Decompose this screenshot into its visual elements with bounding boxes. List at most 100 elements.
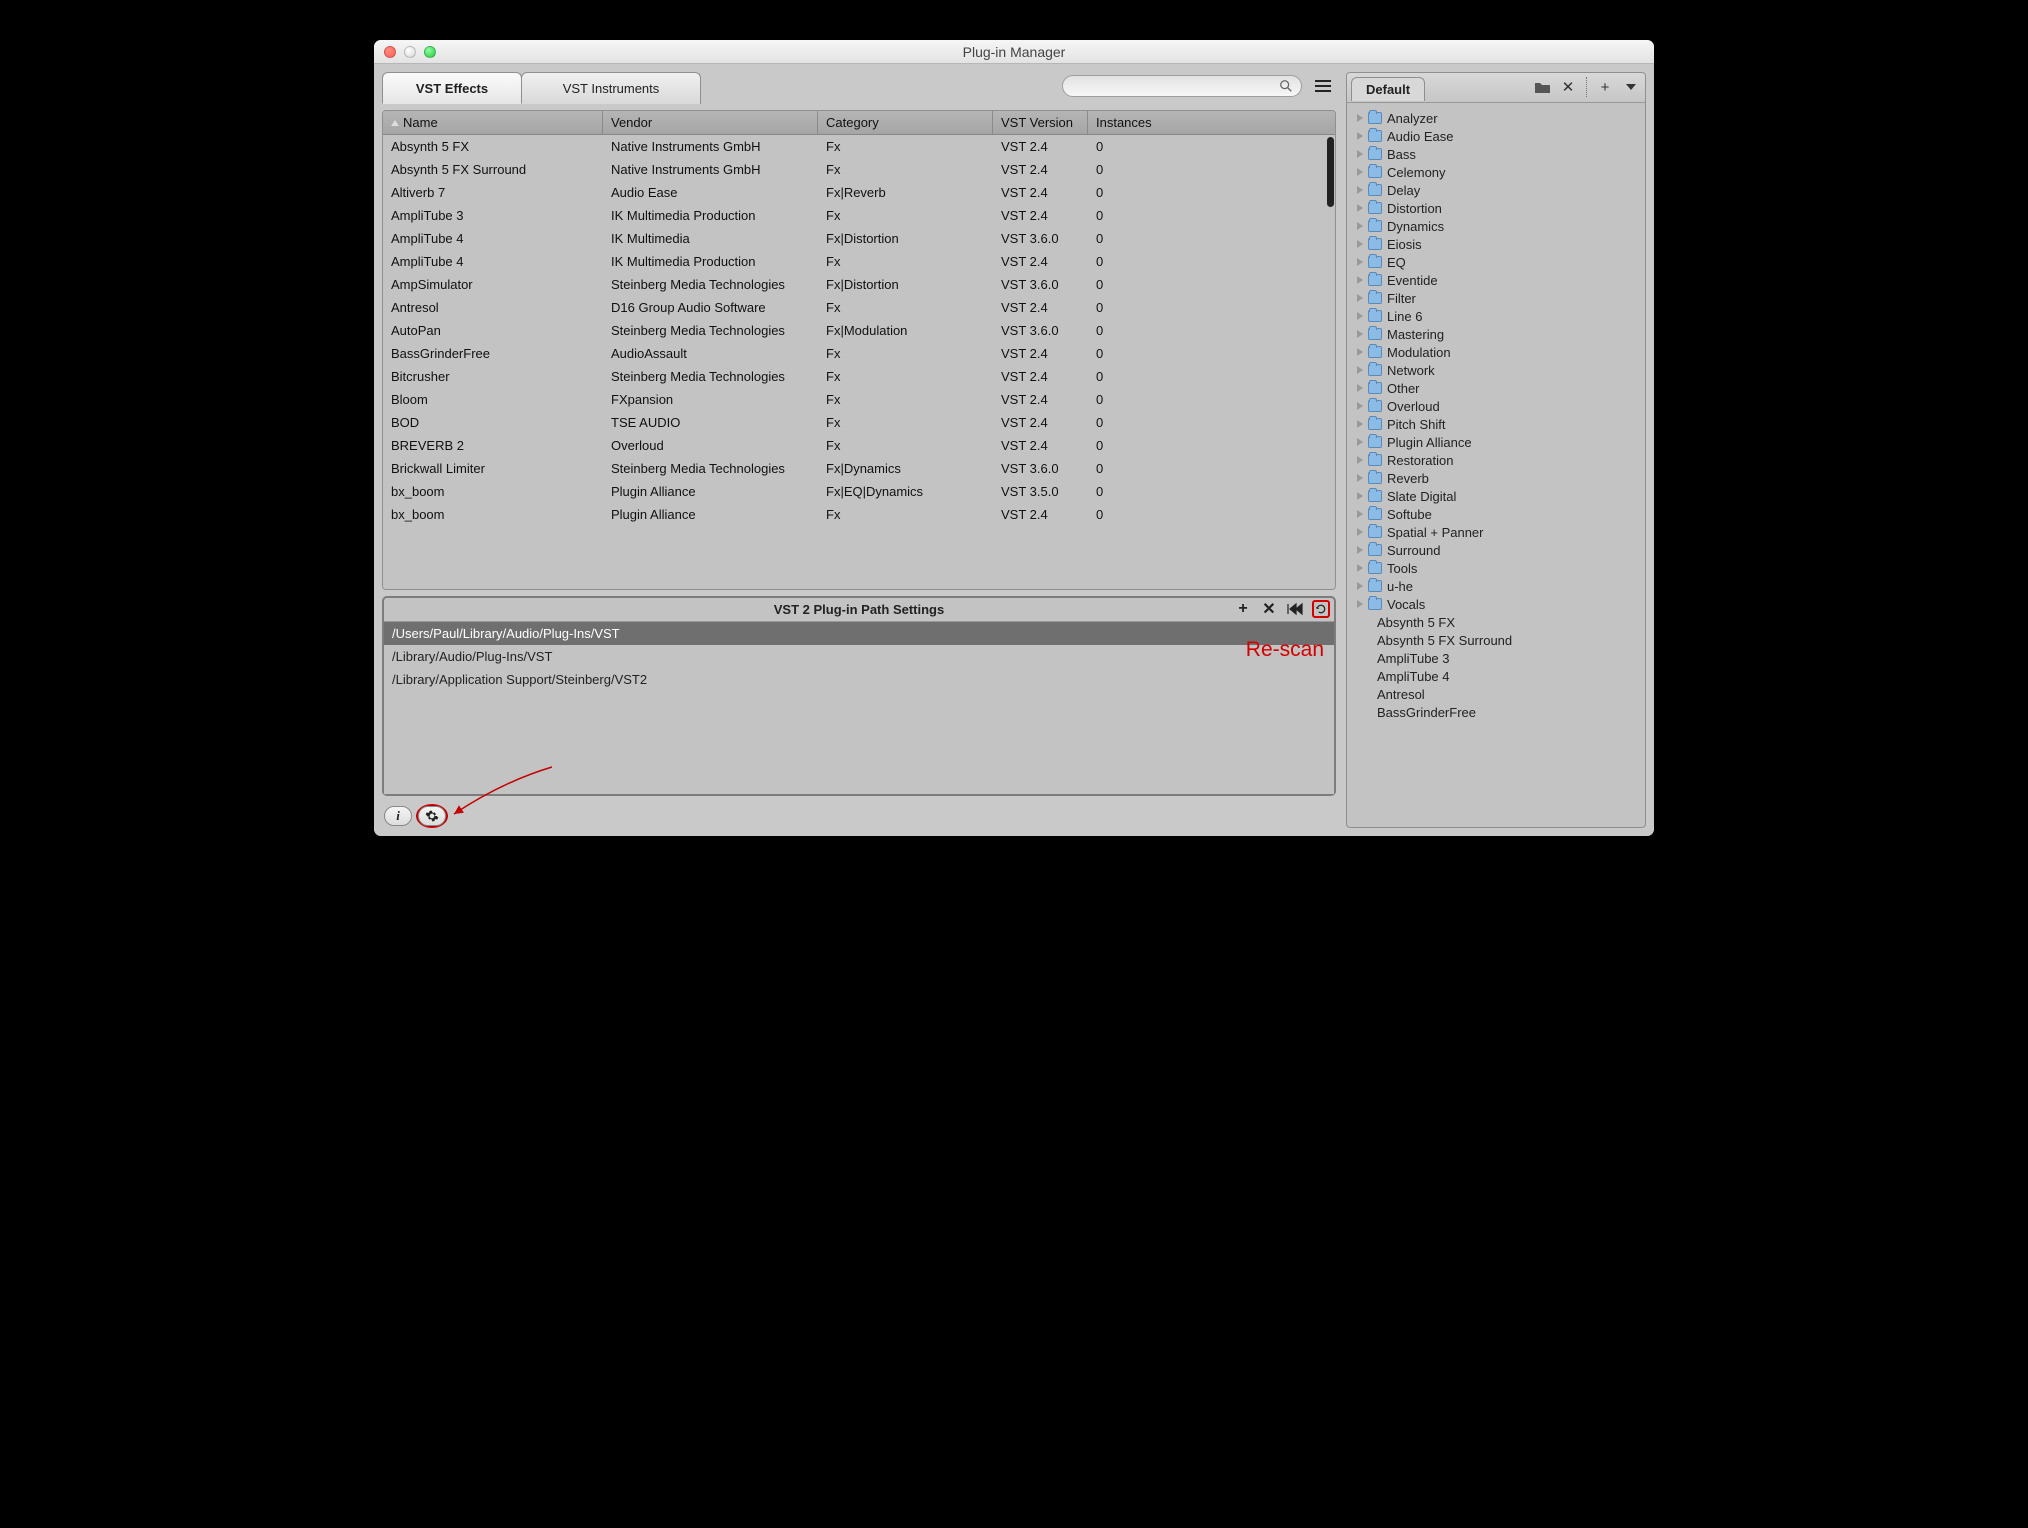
table-row[interactable]: BREVERB 2OverloudFxVST 2.40 bbox=[383, 434, 1335, 457]
menu-button[interactable] bbox=[1310, 75, 1336, 97]
tree-folder[interactable]: Plugin Alliance bbox=[1351, 433, 1641, 451]
collections-tree[interactable]: AnalyzerAudio EaseBassCelemonyDelayDisto… bbox=[1347, 103, 1645, 827]
table-row[interactable]: AmpSimulatorSteinberg Media Technologies… bbox=[383, 273, 1335, 296]
table-row[interactable]: Altiverb 7Audio EaseFx|ReverbVST 2.40 bbox=[383, 181, 1335, 204]
table-row[interactable]: bx_boomPlugin AllianceFxVST 2.40 bbox=[383, 503, 1335, 526]
reset-paths-button[interactable] bbox=[1286, 600, 1304, 618]
cell-instances: 0 bbox=[1088, 506, 1158, 523]
info-button[interactable]: i bbox=[384, 806, 412, 826]
tree-folder[interactable]: Overloud bbox=[1351, 397, 1641, 415]
cell-category: Fx bbox=[818, 345, 993, 362]
content: VST Effects VST Instruments Name Vendor … bbox=[374, 64, 1654, 836]
path-list[interactable]: /Users/Paul/Library/Audio/Plug-Ins/VST/L… bbox=[384, 622, 1334, 794]
tree-item[interactable]: Absynth 5 FX bbox=[1351, 613, 1641, 631]
folder-icon bbox=[1368, 454, 1382, 466]
tree-folder[interactable]: Mastering bbox=[1351, 325, 1641, 343]
collections-menu-button[interactable] bbox=[1623, 79, 1639, 95]
tree-folder[interactable]: u-he bbox=[1351, 577, 1641, 595]
new-folder-button[interactable] bbox=[1534, 79, 1550, 95]
tree-item[interactable]: AmpliTube 3 bbox=[1351, 649, 1641, 667]
table-row[interactable]: AmpliTube 4IK Multimedia ProductionFxVST… bbox=[383, 250, 1335, 273]
tree-folder[interactable]: Analyzer bbox=[1351, 109, 1641, 127]
tree-folder[interactable]: Other bbox=[1351, 379, 1641, 397]
path-row[interactable]: /Library/Application Support/Steinberg/V… bbox=[384, 668, 1334, 691]
tree-folder[interactable]: Bass bbox=[1351, 145, 1641, 163]
table-row[interactable]: AutoPanSteinberg Media TechnologiesFx|Mo… bbox=[383, 319, 1335, 342]
cell-name: Altiverb 7 bbox=[383, 184, 603, 201]
remove-path-button[interactable]: ✕ bbox=[1260, 600, 1278, 618]
table-row[interactable]: BitcrusherSteinberg Media TechnologiesFx… bbox=[383, 365, 1335, 388]
tree-folder[interactable]: Surround bbox=[1351, 541, 1641, 559]
disclosure-icon bbox=[1357, 474, 1363, 482]
tree-label: Modulation bbox=[1387, 345, 1451, 360]
cell-category: Fx bbox=[818, 414, 993, 431]
col-category[interactable]: Category bbox=[818, 111, 993, 134]
path-header: VST 2 Plug-in Path Settings + ✕ bbox=[384, 598, 1334, 622]
tab-vst-instruments[interactable]: VST Instruments bbox=[521, 72, 701, 104]
table-row[interactable]: Absynth 5 FXNative Instruments GmbHFxVST… bbox=[383, 135, 1335, 158]
add-path-button[interactable]: + bbox=[1234, 600, 1252, 618]
tree-folder[interactable]: Softube bbox=[1351, 505, 1641, 523]
tree-folder[interactable]: Network bbox=[1351, 361, 1641, 379]
cell-vendor: Steinberg Media Technologies bbox=[603, 460, 818, 477]
rescan-button[interactable] bbox=[1312, 600, 1330, 618]
folder-icon bbox=[1535, 81, 1550, 93]
table-row[interactable]: AntresolD16 Group Audio SoftwareFxVST 2.… bbox=[383, 296, 1335, 319]
col-instances[interactable]: Instances bbox=[1088, 111, 1158, 134]
table-row[interactable]: bx_boomPlugin AllianceFx|EQ|DynamicsVST … bbox=[383, 480, 1335, 503]
tree-item[interactable]: BassGrinderFree bbox=[1351, 703, 1641, 721]
tree-folder[interactable]: Reverb bbox=[1351, 469, 1641, 487]
table-row[interactable]: BODTSE AUDIOFxVST 2.40 bbox=[383, 411, 1335, 434]
tree-folder[interactable]: Delay bbox=[1351, 181, 1641, 199]
table-row[interactable]: BloomFXpansionFxVST 2.40 bbox=[383, 388, 1335, 411]
tree-item[interactable]: Antresol bbox=[1351, 685, 1641, 703]
disclosure-icon bbox=[1357, 366, 1363, 374]
col-version[interactable]: VST Version bbox=[993, 111, 1088, 134]
tree-item[interactable]: AmpliTube 4 bbox=[1351, 667, 1641, 685]
tree-folder[interactable]: Dynamics bbox=[1351, 217, 1641, 235]
tree-folder[interactable]: Pitch Shift bbox=[1351, 415, 1641, 433]
cell-instances: 0 bbox=[1088, 299, 1158, 316]
disclosure-icon bbox=[1357, 384, 1363, 392]
tree-folder[interactable]: Modulation bbox=[1351, 343, 1641, 361]
tree-folder[interactable]: Slate Digital bbox=[1351, 487, 1641, 505]
tree-folder[interactable]: Filter bbox=[1351, 289, 1641, 307]
tree-folder[interactable]: Tools bbox=[1351, 559, 1641, 577]
table-row[interactable]: BassGrinderFreeAudioAssaultFxVST 2.40 bbox=[383, 342, 1335, 365]
table-body[interactable]: Absynth 5 FXNative Instruments GmbHFxVST… bbox=[383, 135, 1335, 589]
tree-folder[interactable]: Line 6 bbox=[1351, 307, 1641, 325]
tab-vst-effects[interactable]: VST Effects bbox=[382, 72, 522, 104]
tree-folder[interactable]: Restoration bbox=[1351, 451, 1641, 469]
scrollbar-thumb[interactable] bbox=[1327, 137, 1334, 207]
col-name[interactable]: Name bbox=[383, 111, 603, 134]
disclosure-icon bbox=[1357, 546, 1363, 554]
tree-folder[interactable]: Vocals bbox=[1351, 595, 1641, 613]
settings-button[interactable] bbox=[418, 806, 446, 826]
collection-tab-default[interactable]: Default bbox=[1351, 77, 1425, 101]
col-vendor[interactable]: Vendor bbox=[603, 111, 818, 134]
table-row[interactable]: AmpliTube 3IK Multimedia ProductionFxVST… bbox=[383, 204, 1335, 227]
cell-name: AmpSimulator bbox=[383, 276, 603, 293]
tree-folder[interactable]: Celemony bbox=[1351, 163, 1641, 181]
tree-folder[interactable]: Eiosis bbox=[1351, 235, 1641, 253]
tree-folder[interactable]: EQ bbox=[1351, 253, 1641, 271]
tree-label: Eventide bbox=[1387, 273, 1438, 288]
delete-collection-button[interactable]: ✕ bbox=[1560, 79, 1576, 95]
add-collection-button[interactable]: + bbox=[1597, 79, 1613, 95]
tree-folder[interactable]: Eventide bbox=[1351, 271, 1641, 289]
disclosure-icon bbox=[1357, 276, 1363, 284]
tree-folder[interactable]: Audio Ease bbox=[1351, 127, 1641, 145]
tree-folder[interactable]: Distortion bbox=[1351, 199, 1641, 217]
table-row[interactable]: Brickwall LimiterSteinberg Media Technol… bbox=[383, 457, 1335, 480]
tree-folder[interactable]: Spatial + Panner bbox=[1351, 523, 1641, 541]
table-row[interactable]: AmpliTube 4IK MultimediaFx|DistortionVST… bbox=[383, 227, 1335, 250]
folder-icon bbox=[1368, 220, 1382, 232]
search-input[interactable] bbox=[1062, 75, 1302, 97]
tree-item[interactable]: Absynth 5 FX Surround bbox=[1351, 631, 1641, 649]
folder-icon bbox=[1368, 472, 1382, 484]
table-row[interactable]: Absynth 5 FX SurroundNative Instruments … bbox=[383, 158, 1335, 181]
path-row[interactable]: /Library/Audio/Plug-Ins/VST bbox=[384, 645, 1334, 668]
cell-name: Antresol bbox=[383, 299, 603, 316]
path-row[interactable]: /Users/Paul/Library/Audio/Plug-Ins/VST bbox=[384, 622, 1334, 645]
disclosure-icon bbox=[1357, 456, 1363, 464]
